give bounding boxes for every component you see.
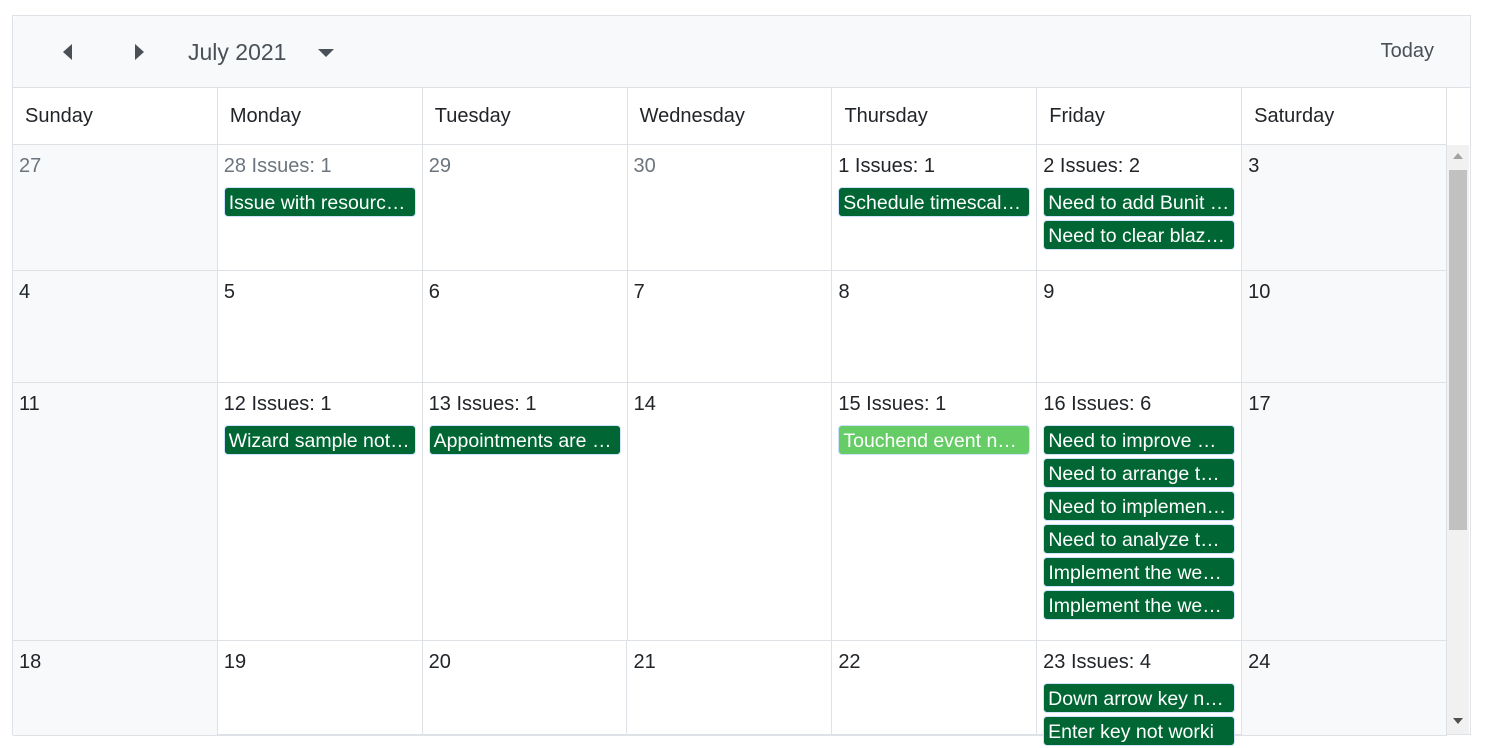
calendar-event[interactable]: Schedule timescale… bbox=[838, 187, 1031, 217]
day-cell[interactable]: 12 Issues: 1 Wizard sample not … bbox=[218, 383, 423, 640]
day-label: 8 bbox=[838, 281, 850, 303]
day-label: 24 bbox=[1248, 651, 1271, 673]
calendar-event[interactable]: Implement the web… bbox=[1043, 590, 1236, 620]
calendar-event[interactable]: Implement the web… bbox=[1043, 557, 1236, 587]
calendar: July 2021 Today Sunday Monday Tuesday Wedne… bbox=[12, 15, 1471, 746]
day-cell[interactable]: 24 bbox=[1242, 641, 1447, 735]
day-cell[interactable]: 13 Issues: 1 Appointments are n… bbox=[423, 383, 628, 640]
day-cell[interactable]: 14 bbox=[628, 383, 833, 640]
month-grid: 27 28 Issues: 1 Issue with resource… 29 30 1 … bbox=[13, 145, 1448, 746]
day-label: 18 bbox=[19, 651, 42, 673]
day-cell[interactable]: 6 bbox=[423, 271, 628, 382]
day-label: 12 Issues: 1 bbox=[223, 393, 332, 415]
day-cell[interactable]: 10 bbox=[1242, 271, 1448, 382]
scrollbar-thumb[interactable] bbox=[1449, 170, 1467, 530]
weekday-tuesday: Tuesday bbox=[423, 88, 628, 144]
day-cell[interactable]: 27 bbox=[13, 145, 218, 270]
day-cell[interactable]: 7 bbox=[628, 271, 833, 382]
previous-month-button[interactable] bbox=[59, 42, 79, 62]
day-cell[interactable]: 5 bbox=[218, 271, 423, 382]
calendar-event[interactable]: Need to analyze th… bbox=[1043, 524, 1236, 554]
day-cell[interactable]: 28 Issues: 1 Issue with resource… bbox=[218, 145, 423, 270]
scroll-down-icon[interactable] bbox=[1453, 718, 1463, 724]
day-cell[interactable]: 8 bbox=[832, 271, 1038, 382]
calendar-event[interactable]: Enter key not worki bbox=[1043, 716, 1236, 746]
day-label: 3 bbox=[1248, 155, 1260, 177]
day-cell[interactable]: 19 bbox=[218, 641, 423, 735]
caret-left-icon bbox=[63, 44, 72, 60]
day-cell[interactable]: 23 Issues: 4 Down arrow key no… Enter key … bbox=[1037, 641, 1243, 746]
day-label: 1 Issues: 1 bbox=[838, 155, 935, 177]
day-cell[interactable]: 18 bbox=[13, 641, 218, 735]
calendar-event[interactable]: Need to improve w… bbox=[1043, 425, 1236, 455]
day-cell[interactable]: 29 bbox=[423, 145, 628, 270]
week-row: 4 5 6 7 8 9 10 bbox=[13, 271, 1448, 383]
caret-right-icon bbox=[135, 44, 144, 60]
day-label: 17 bbox=[1248, 393, 1271, 415]
weekday-wednesday: Wednesday bbox=[628, 88, 833, 144]
day-cell[interactable]: 30 bbox=[628, 145, 833, 270]
today-button[interactable]: Today bbox=[1381, 40, 1434, 63]
weekday-header: Sunday Monday Tuesday Wednesday Thursday Frid… bbox=[13, 88, 1448, 145]
day-cell[interactable]: 22 bbox=[832, 641, 1038, 735]
day-label: 10 bbox=[1248, 281, 1271, 303]
day-label: 19 bbox=[223, 651, 247, 673]
day-cell[interactable]: 1 Issues: 1 Schedule timescale… bbox=[832, 145, 1038, 270]
calendar-event[interactable]: Need to implement … bbox=[1043, 491, 1236, 521]
day-cell[interactable]: 4 bbox=[13, 271, 218, 382]
day-cell[interactable]: 3 bbox=[1242, 145, 1447, 270]
day-label: 27 bbox=[19, 155, 42, 177]
day-label: 16 Issues: 6 bbox=[1043, 393, 1152, 415]
day-label: 29 bbox=[428, 155, 451, 177]
day-label: 11 bbox=[19, 393, 40, 415]
day-label: 7 bbox=[633, 281, 645, 303]
current-month-title[interactable]: July 2021 bbox=[188, 39, 286, 66]
calendar-event[interactable]: Down arrow key no… bbox=[1043, 683, 1236, 713]
day-label: 6 bbox=[428, 281, 440, 303]
weekday-saturday: Saturday bbox=[1242, 88, 1448, 144]
weekday-thursday: Thursday bbox=[832, 88, 1038, 144]
vertical-scrollbar[interactable] bbox=[1447, 145, 1469, 734]
day-cell[interactable]: 9 bbox=[1037, 271, 1243, 382]
day-cell[interactable]: 2 Issues: 2 Need to add Bunit t… Need to c… bbox=[1037, 145, 1243, 270]
calendar-event[interactable]: Issue with resource… bbox=[223, 187, 416, 217]
calendar-event[interactable]: Touchend event not… bbox=[838, 425, 1031, 455]
day-label: 30 bbox=[633, 155, 656, 177]
weekday-friday: Friday bbox=[1037, 88, 1243, 144]
caret-down-icon[interactable] bbox=[318, 49, 334, 57]
day-cell[interactable]: 21 bbox=[627, 641, 833, 735]
day-label: 20 bbox=[428, 651, 451, 673]
week-row: 18 19 20 21 22 23 Issues: 4 Down arrow key no…… bbox=[13, 641, 1447, 746]
day-label: 4 bbox=[19, 281, 31, 303]
day-label: 14 bbox=[633, 393, 656, 415]
calendar-event[interactable]: Appointments are n… bbox=[428, 425, 621, 455]
weekday-monday: Monday bbox=[218, 88, 423, 144]
day-label: 21 bbox=[633, 651, 656, 673]
calendar-event[interactable]: Wizard sample not … bbox=[223, 425, 416, 455]
scroll-up-icon[interactable] bbox=[1453, 153, 1463, 159]
calendar-toolbar: July 2021 Today bbox=[13, 16, 1470, 88]
day-label: 13 Issues: 1 bbox=[428, 393, 537, 415]
day-label: 2 Issues: 2 bbox=[1043, 155, 1140, 177]
day-label: 28 Issues: 1 bbox=[223, 155, 332, 177]
weekday-sunday: Sunday bbox=[13, 88, 218, 144]
day-cell[interactable]: 16 Issues: 6 Need to improve w… Need to ar… bbox=[1037, 383, 1243, 640]
week-row: 11 12 Issues: 1 Wizard sample not … 13 Issu… bbox=[13, 383, 1448, 641]
calendar-event[interactable]: Need to add Bunit t… bbox=[1043, 187, 1236, 217]
next-month-button[interactable] bbox=[129, 42, 149, 62]
day-label: 15 Issues: 1 bbox=[838, 393, 947, 415]
day-label: 22 bbox=[838, 651, 861, 673]
calendar-event[interactable]: Need to clear blazo… bbox=[1043, 220, 1236, 250]
day-label: 5 bbox=[223, 281, 235, 303]
day-cell[interactable]: 17 bbox=[1242, 383, 1448, 640]
week-row: 27 28 Issues: 1 Issue with resource… 29 30 1 … bbox=[13, 145, 1447, 271]
day-label: 9 bbox=[1043, 281, 1055, 303]
day-cell[interactable]: 15 Issues: 1 Touchend event not… bbox=[832, 383, 1038, 640]
day-cell[interactable]: 11 bbox=[13, 383, 218, 640]
day-cell[interactable]: 20 bbox=[423, 641, 628, 735]
calendar-event[interactable]: Need to arrange th… bbox=[1043, 458, 1236, 488]
day-label: 23 Issues: 4 bbox=[1043, 651, 1151, 673]
